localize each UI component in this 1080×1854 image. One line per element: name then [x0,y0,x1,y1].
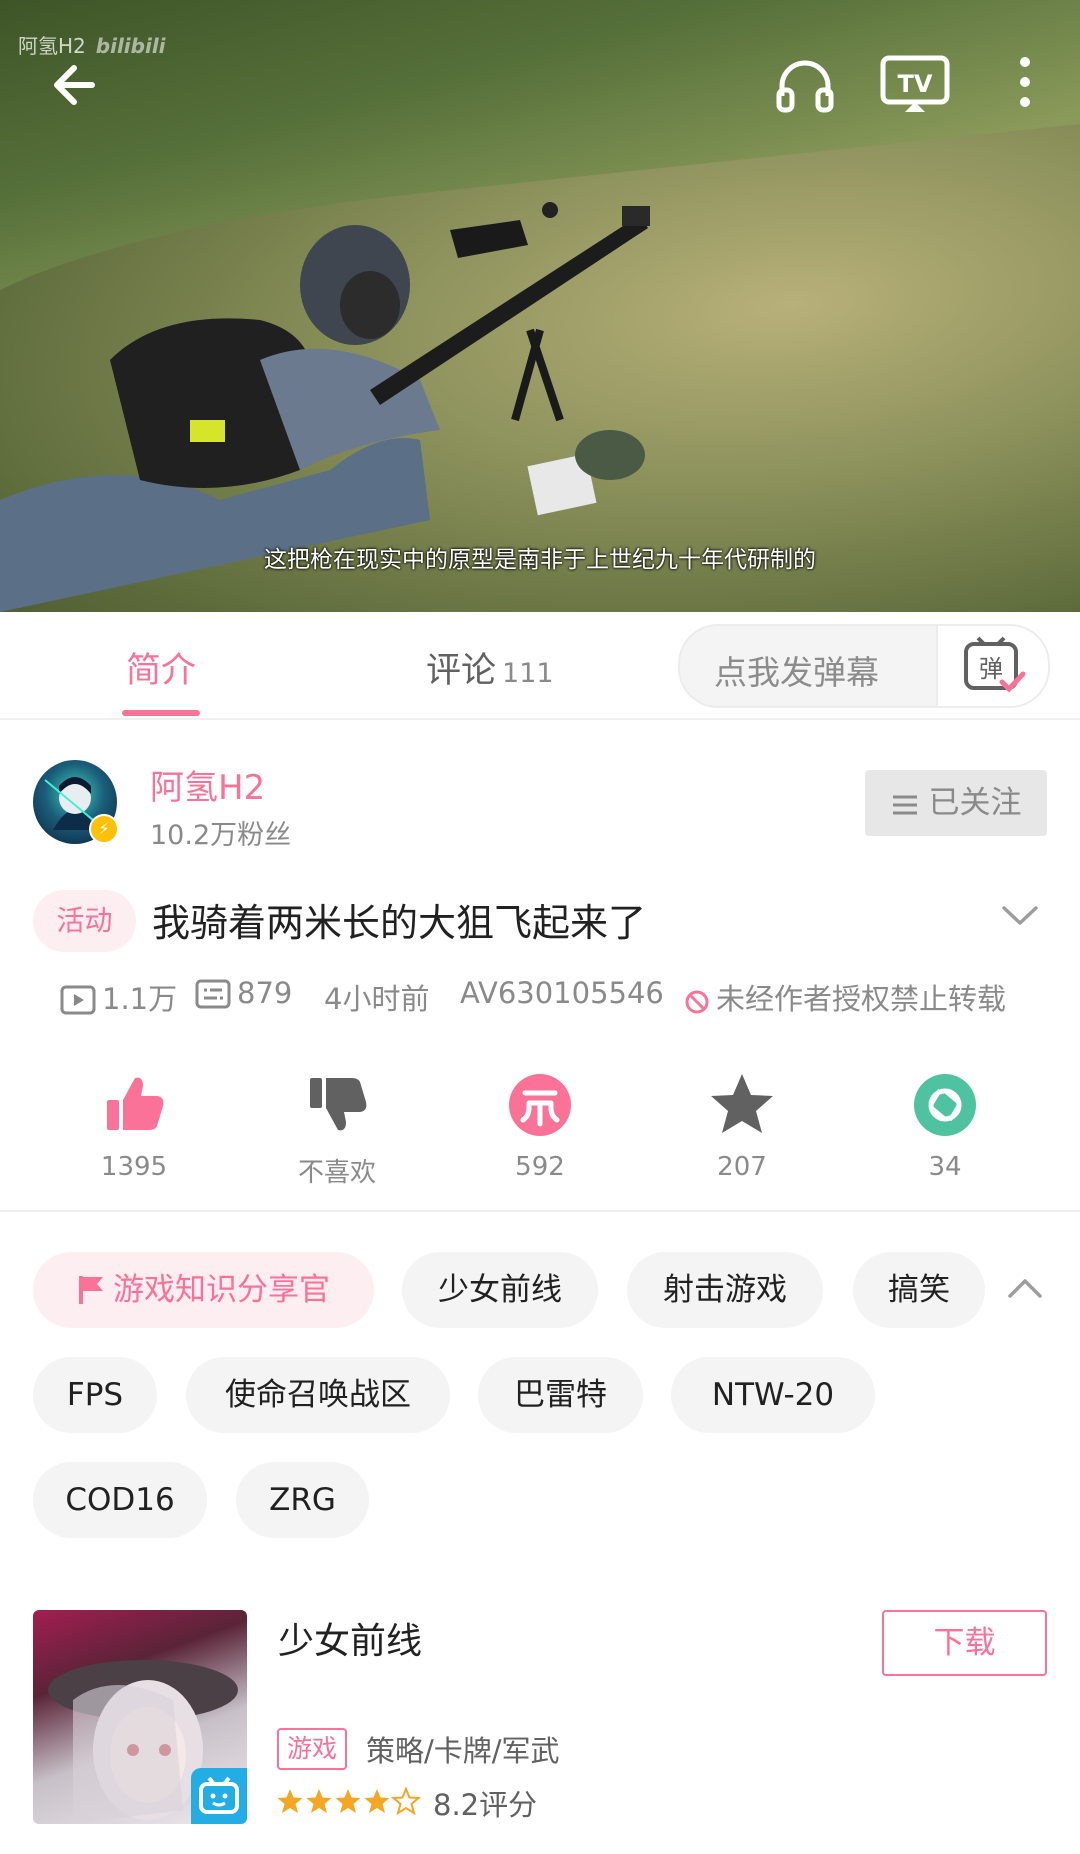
view-count: 1.1万 [60,976,177,1018]
share-count: 34 [928,1152,962,1182]
thumbs-down-icon [310,1078,367,1131]
avatar[interactable]: ⚡ [33,760,119,844]
game-genre: 策略/卡牌/军武 [366,1734,560,1768]
activity-tag[interactable]: 活动 [33,890,136,952]
more-options-button[interactable] [1000,50,1070,120]
danmaku-icon-text: 弹 [979,655,1003,683]
tab-comments-count: 111 [502,658,554,689]
publish-time: 4小时前 [324,982,430,1016]
share-icon [914,1074,976,1136]
star-icon [711,1074,773,1133]
chevron-up-icon[interactable] [1007,1276,1043,1300]
rating-stars [277,1786,422,1816]
danmaku-count-icon [195,979,231,1009]
flag-icon [79,1276,103,1304]
share-button[interactable]: 34 [875,1070,1015,1182]
audio-mode-button[interactable] [770,50,840,120]
tag-chip[interactable]: ZRG [236,1462,369,1538]
tab-comments[interactable]: 评论 111 [426,642,554,693]
headphones-icon [776,60,834,113]
danmaku-toggle-button[interactable]: 弹 [936,626,1048,706]
tv-cast-icon: TV [880,55,950,112]
favorite-count: 207 [717,1152,767,1182]
uploader-name[interactable]: 阿氢H2 [150,760,265,809]
favorite-button[interactable]: 207 [672,1070,812,1182]
tab-comments-label: 评论 [426,651,497,691]
video-subtitle: 这把枪在现实中的原型是南非于上世纪九十年代研制的 [264,547,816,573]
coin-icon [509,1074,571,1136]
back-arrow-icon [54,65,95,105]
verified-badge-icon: ⚡ [89,814,119,844]
tab-bar: 简介 评论 111 点我发弹幕 弹 [0,612,1080,720]
game-type-tag: 游戏 [277,1728,348,1770]
tag-chip[interactable]: COD16 [33,1462,207,1538]
thumbs-up-icon [107,1077,164,1130]
star-filled-icon [364,1789,390,1813]
video-player[interactable]: 阿氢H2 bilibili TV 这把枪在现实中的原型是南非于上世纪九十年代研制的 [0,0,1080,612]
uploader-fans: 10.2万粉丝 [150,820,292,851]
video-title: 我骑着两米长的大狙飞起来了 [152,901,647,945]
no-repost-icon [685,990,709,1014]
star-filled-icon [277,1789,303,1813]
dislike-button[interactable]: 不喜欢 [267,1070,407,1189]
svg-text:TV: TV [898,70,933,98]
repost-notice: 未经作者授权禁止转载 [684,976,1006,1018]
like-count: 1395 [100,1152,168,1182]
danmaku-placeholder: 点我发弹幕 [714,653,879,692]
tag-chip[interactable]: 搞笑 [853,1252,985,1328]
coin-button[interactable]: 592 [470,1070,610,1182]
tab-intro-indicator [122,710,200,716]
download-button[interactable]: 下载 [882,1610,1047,1676]
coin-count: 592 [515,1152,565,1182]
play-count-icon [60,985,96,1015]
star-filled-icon [306,1789,332,1813]
game-cover-image[interactable] [33,1610,247,1824]
menu-lines-icon [892,795,917,814]
chevron-down-icon[interactable] [1000,903,1040,929]
tv-cast-button[interactable]: TV [880,50,950,120]
tag-chip[interactable]: 射击游戏 [627,1252,823,1328]
tag-chip[interactable]: FPS [33,1357,157,1433]
bilibili-tv-badge-icon [191,1768,247,1824]
av-number: AV630105546 [460,976,664,1010]
like-button[interactable]: 1395 [64,1070,204,1182]
danmaku-input[interactable]: 点我发弹幕 弹 [678,624,1050,708]
star-filled-icon [335,1789,361,1813]
tag-chip[interactable]: 少女前线 [402,1252,598,1328]
dislike-label: 不喜欢 [297,1158,376,1188]
follow-label: 已关注 [928,785,1022,821]
danmaku-icon: 弹 [964,636,1026,693]
section-divider [0,1210,1080,1212]
game-rating: 8.2评分 [433,1788,538,1822]
tag-chip[interactable]: 游戏知识分享官 [33,1252,374,1328]
back-button[interactable] [42,50,112,120]
tab-intro[interactable]: 简介 [126,642,196,693]
game-name[interactable]: 少女前线 [278,1612,422,1664]
more-vertical-icon [1020,57,1030,107]
tag-chip[interactable]: NTW-20 [671,1357,875,1433]
tag-chip[interactable]: 使命召唤战区 [186,1357,450,1433]
danmaku-count: 879 [195,976,292,1010]
tag-chip[interactable]: 巴雷特 [478,1357,643,1433]
star-outline-icon [390,1786,422,1816]
follow-button[interactable]: 已关注 [865,770,1047,836]
